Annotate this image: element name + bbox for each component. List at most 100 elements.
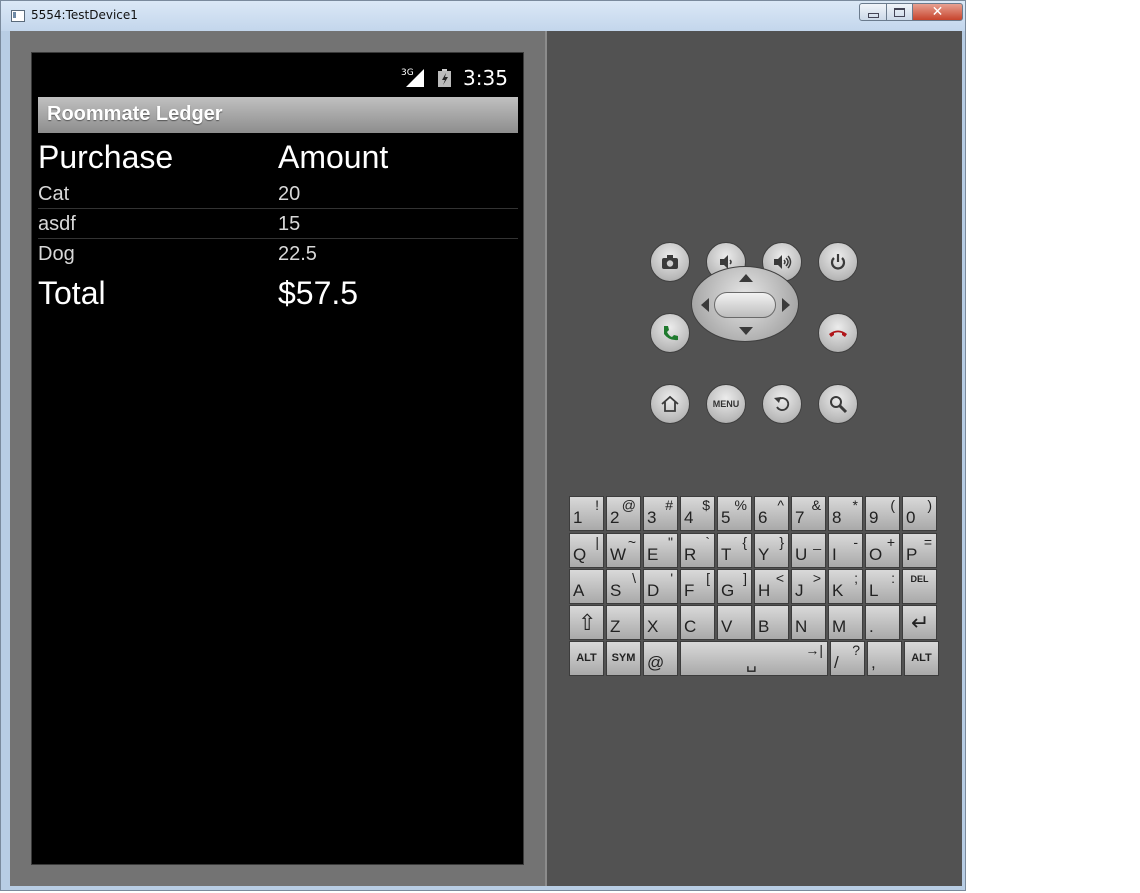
key-label: 9 <box>869 508 879 527</box>
call-button[interactable] <box>650 313 690 353</box>
key-2-8[interactable]: L: <box>865 569 900 604</box>
key-3-6[interactable]: N <box>791 605 826 640</box>
home-icon <box>661 395 679 412</box>
key-label: L <box>869 581 879 600</box>
key-alt-label: ! <box>595 497 599 513</box>
dpad-left-icon[interactable] <box>701 298 709 312</box>
key-alt-label: ^ <box>777 497 784 513</box>
key-1-5[interactable]: Y} <box>754 533 789 568</box>
menu-button[interactable]: MENU <box>706 384 746 424</box>
key-0-0[interactable]: 1! <box>569 496 604 531</box>
dpad-center-button[interactable] <box>714 292 776 318</box>
row-purchase[interactable]: Cat <box>38 183 69 206</box>
key-4-4[interactable]: /? <box>830 641 865 676</box>
dpad[interactable] <box>691 266 799 342</box>
key-1-6[interactable]: U _ <box>791 533 826 568</box>
key-alt-label: $ <box>702 497 710 513</box>
key-0-4[interactable]: 5% <box>717 496 752 531</box>
key-1-7[interactable]: I- <box>828 533 863 568</box>
key-label: A <box>573 581 585 600</box>
key-1-0[interactable]: Q | <box>569 533 604 568</box>
key-label: N <box>795 617 808 636</box>
key-0-8[interactable]: 9( <box>865 496 900 531</box>
key-3-9[interactable]: ↵ <box>902 605 937 640</box>
key-alt-label: > <box>812 570 821 586</box>
key-2-1[interactable]: S \ <box>606 569 641 604</box>
maximize-button[interactable] <box>886 3 913 21</box>
device-panel: 3G 3:35 Roommate Ledger Purchase Amount … <box>10 31 545 886</box>
row-amount[interactable]: 15 <box>278 213 300 236</box>
key-0-2[interactable]: 3 # <box>643 496 678 531</box>
key-1-9[interactable]: P = <box>902 533 937 568</box>
key-alt-label: \ <box>632 570 636 586</box>
row-amount[interactable]: 22.5 <box>278 243 317 266</box>
key-3-5[interactable]: B <box>754 605 789 640</box>
key-3-0[interactable]: ⇧ <box>569 605 604 640</box>
key-4-0[interactable]: ALT <box>569 641 604 676</box>
row-purchase[interactable]: asdf <box>38 213 76 236</box>
key-0-7[interactable]: 8 * <box>828 496 863 531</box>
window-titlebar[interactable]: 5554:TestDevice1 ✕ <box>1 1 965 31</box>
key-2-5[interactable]: H < <box>754 569 789 604</box>
power-button[interactable] <box>818 242 858 282</box>
key-label: @ <box>647 653 665 672</box>
key-label: E <box>647 545 659 564</box>
key-1-1[interactable]: W ~ <box>606 533 641 568</box>
key-0-1[interactable]: 2 @ <box>606 496 641 531</box>
key-label: ␣ <box>746 653 757 672</box>
key-alt-label: ` <box>705 534 710 550</box>
key-label: Y <box>758 545 770 564</box>
minimize-icon <box>867 12 879 18</box>
key-2-0[interactable]: A <box>569 569 604 604</box>
key-0-3[interactable]: 4 $ <box>680 496 715 531</box>
key-label: O <box>869 545 883 564</box>
key-4-1[interactable]: SYM <box>606 641 641 676</box>
key-alt-label: { <box>742 534 747 550</box>
key-2-9[interactable]: DEL <box>902 569 937 604</box>
key-4-3[interactable]: ␣ →| <box>680 641 828 676</box>
home-button[interactable] <box>650 384 690 424</box>
key-3-7[interactable]: M <box>828 605 863 640</box>
volume-up-icon <box>774 255 792 269</box>
back-button[interactable] <box>762 384 802 424</box>
minimize-button[interactable] <box>859 3 887 21</box>
key-alt-label: ) <box>927 497 932 513</box>
key-4-6[interactable]: ALT <box>904 641 939 676</box>
key-1-2[interactable]: E " <box>643 533 678 568</box>
key-3-3[interactable]: C <box>680 605 715 640</box>
key-3-8[interactable]: . <box>865 605 900 640</box>
end-call-button[interactable] <box>818 313 858 353</box>
dpad-down-icon[interactable] <box>739 327 753 335</box>
key-label: D <box>647 581 660 600</box>
key-2-7[interactable]: K; <box>828 569 863 604</box>
key-2-2[interactable]: D ' <box>643 569 678 604</box>
key-4-2[interactable]: @ <box>643 641 678 676</box>
device-screen[interactable]: 3G 3:35 Roommate Ledger Purchase Amount … <box>31 52 524 865</box>
search-icon <box>830 396 848 414</box>
key-1-4[interactable]: T{ <box>717 533 752 568</box>
key-0-6[interactable]: 7 & <box>791 496 826 531</box>
row-purchase[interactable]: Dog <box>38 243 75 266</box>
row-amount[interactable]: 20 <box>278 183 300 206</box>
key-4-5[interactable]: , <box>867 641 902 676</box>
app-title: Roommate Ledger <box>47 103 223 125</box>
search-button[interactable] <box>818 384 858 424</box>
key-alt-label: " <box>668 534 673 550</box>
key-3-2[interactable]: X <box>643 605 678 640</box>
key-0-9[interactable]: 0) <box>902 496 937 531</box>
key-3-1[interactable]: Z <box>606 605 641 640</box>
close-button[interactable]: ✕ <box>912 3 963 21</box>
key-label: ↵ <box>911 610 930 635</box>
key-3-4[interactable]: V <box>717 605 752 640</box>
dpad-right-icon[interactable] <box>782 298 790 312</box>
key-2-4[interactable]: G] <box>717 569 752 604</box>
key-1-8[interactable]: O + <box>865 533 900 568</box>
key-0-5[interactable]: 6 ^ <box>754 496 789 531</box>
camera-button[interactable] <box>650 242 690 282</box>
key-label: P <box>906 545 918 564</box>
key-2-3[interactable]: F[ <box>680 569 715 604</box>
key-1-3[interactable]: R ` <box>680 533 715 568</box>
key-2-6[interactable]: J > <box>791 569 826 604</box>
dpad-up-icon[interactable] <box>739 274 753 282</box>
key-alt-label: @ <box>621 497 636 513</box>
